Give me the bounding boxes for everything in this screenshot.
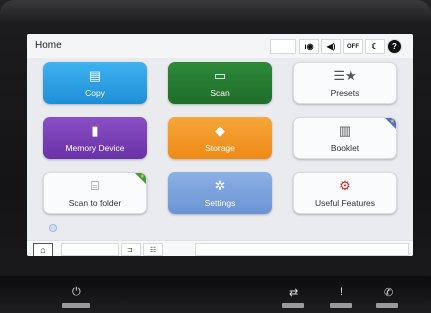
useful-features-button[interactable]: ⚙ Useful Features bbox=[293, 172, 397, 214]
useful-features-label: Useful Features bbox=[315, 197, 375, 208]
top-status-bar: Home ı◉ ◀) OFF ☾ ? bbox=[27, 34, 413, 58]
page-title: Home bbox=[35, 40, 62, 51]
settings-label: Settings bbox=[204, 197, 236, 208]
wifi-off-icon[interactable]: OFF bbox=[343, 39, 363, 54]
data-indicator-icon: ⇄ bbox=[289, 287, 299, 299]
error-indicator-icon: ! bbox=[340, 286, 344, 298]
presets-button[interactable]: ☰★ Presets bbox=[293, 62, 397, 104]
copy-icon: ▤ bbox=[88, 67, 102, 83]
shortcut-marker-icon: ★ bbox=[135, 173, 146, 184]
presets-star-icon: ☰★ bbox=[333, 67, 357, 83]
job-monitor-icon[interactable]: ⊐· bbox=[121, 243, 141, 256]
page-indicator-dot bbox=[49, 224, 57, 232]
data-indicator-strip bbox=[282, 303, 304, 308]
scan-to-folder-button[interactable]: ★ ⌸ Scan to folder bbox=[43, 172, 147, 214]
settings-button[interactable]: ✲ Settings bbox=[168, 172, 272, 214]
job-queue-icon[interactable]: ☷ bbox=[143, 243, 163, 256]
error-indicator-strip bbox=[330, 303, 352, 308]
scan-to-folder-label: Scan to folder bbox=[68, 197, 122, 208]
sleep-moon-icon[interactable]: ☾ bbox=[365, 39, 385, 54]
fax-indicator-strip bbox=[376, 303, 398, 308]
booklet-label: Booklet bbox=[330, 142, 360, 153]
scan-button[interactable]: ▭ Scan bbox=[168, 62, 272, 104]
copy-label: Copy bbox=[85, 87, 105, 98]
help-icon[interactable]: ? bbox=[387, 39, 402, 54]
volume-icon[interactable]: ◀) bbox=[321, 39, 341, 54]
power-icon[interactable]: ⏻ bbox=[72, 286, 81, 299]
power-indicator-strip bbox=[62, 303, 90, 308]
usb-drive-icon: ▮ bbox=[91, 122, 99, 138]
status-message-field bbox=[270, 39, 296, 54]
storage-button[interactable]: ◆ Storage bbox=[168, 117, 272, 159]
booklet-button[interactable]: ★ ▥ Booklet bbox=[293, 117, 397, 159]
shortcut-marker-icon: ★ bbox=[385, 118, 396, 129]
network-icon[interactable]: ı◉ bbox=[299, 39, 319, 54]
bottom-task-bar: ⌂ ⊐· ☷ bbox=[27, 240, 413, 256]
message-area bbox=[195, 243, 409, 256]
storage-label: Storage bbox=[205, 142, 235, 153]
scan-icon: ▭ bbox=[213, 67, 227, 83]
gear-icon: ✲ bbox=[214, 177, 226, 193]
fax-indicator-icon: ✆ bbox=[384, 287, 394, 299]
presets-label: Presets bbox=[330, 87, 360, 98]
touch-screen: Home ı◉ ◀) OFF ☾ ? ▤ Copy ▭ Scan ☰★ Pres… bbox=[27, 34, 413, 256]
useful-features-icon: ⚙ bbox=[339, 177, 351, 193]
copy-button[interactable]: ▤ Copy bbox=[43, 62, 147, 104]
booklet-icon: ▥ bbox=[338, 122, 352, 138]
home-button[interactable]: ⌂ bbox=[33, 243, 53, 256]
memory-device-label: Memory Device bbox=[65, 142, 125, 153]
scan-label: Scan bbox=[210, 87, 230, 98]
folder-scan-icon: ⌸ bbox=[91, 177, 99, 193]
storage-box-icon: ◆ bbox=[215, 122, 225, 138]
job-status-field[interactable] bbox=[61, 243, 119, 256]
memory-device-button[interactable]: ▮ Memory Device bbox=[43, 117, 147, 159]
